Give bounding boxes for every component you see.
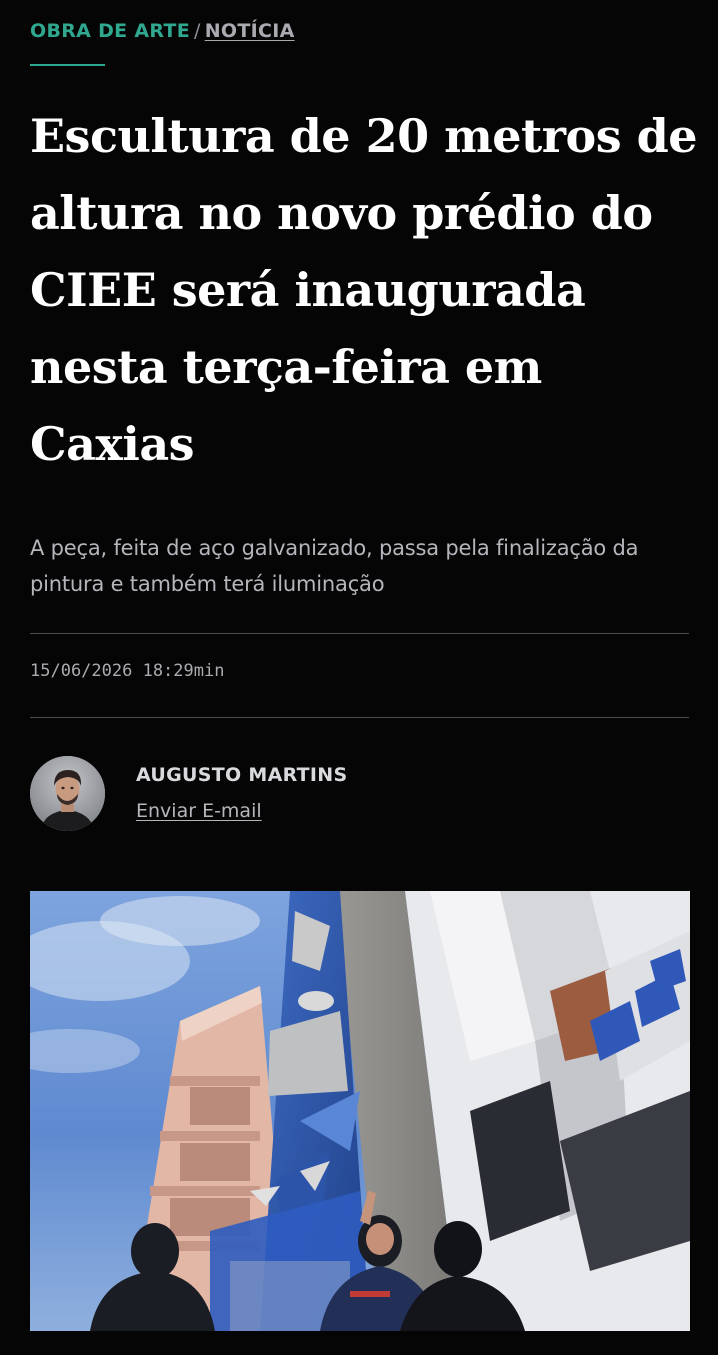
sculpture-building-photo-icon	[30, 891, 690, 1331]
breadcrumb-accent-bar	[30, 64, 105, 66]
send-email-link[interactable]: Enviar E-mail	[136, 800, 262, 822]
bottom-divider	[30, 717, 689, 718]
breadcrumb-separator: /	[193, 20, 201, 42]
author-name[interactable]: AUGUSTO MARTINS	[136, 764, 348, 786]
breadcrumb-section-link[interactable]: OBRA DE ARTE	[30, 20, 190, 42]
author-avatar[interactable]	[30, 756, 105, 831]
publish-timestamp: 15/06/2026 18:29min	[30, 661, 225, 681]
top-divider	[30, 633, 689, 634]
breadcrumb-current-link[interactable]: NOTÍCIA	[205, 20, 295, 42]
author-portrait-icon	[30, 756, 105, 831]
article-headline: Escultura de 20 metros de altura no novo…	[30, 109, 698, 471]
breadcrumb: OBRA DE ARTE / NOTÍCIA	[30, 20, 295, 42]
article-photo	[30, 891, 690, 1331]
article-subheadline: A peça, feita de aço galvanizado, passa …	[30, 536, 639, 596]
